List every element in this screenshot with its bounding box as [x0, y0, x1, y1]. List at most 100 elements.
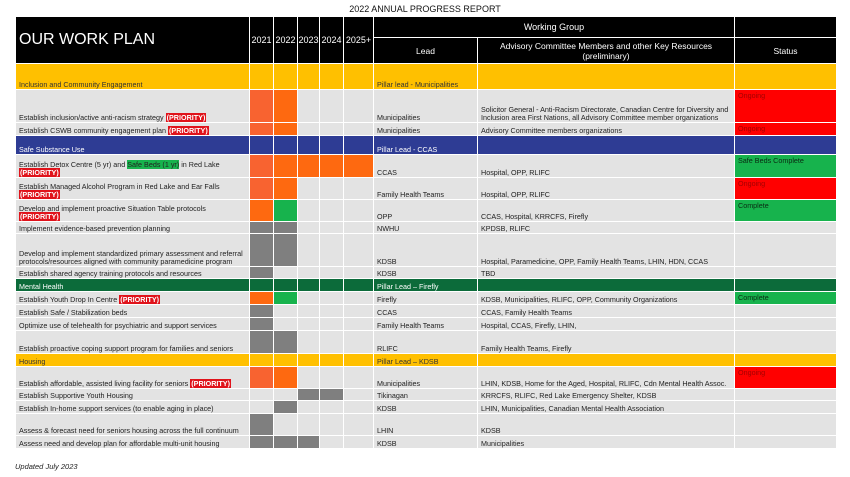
resources-cell: CCAS, Hospital, KRRCFS, Firefly	[477, 199, 735, 222]
table-row: Establish In-home support services (to e…	[15, 400, 837, 414]
action-cell: Establish CSWB community engagement plan…	[15, 122, 250, 136]
status-cell	[734, 221, 837, 234]
table-row: Assess need and develop plan for afforda…	[15, 435, 837, 449]
plan-title: OUR WORK PLAN	[15, 16, 250, 64]
section-header: Mental Health Pillar Lead – Firefly	[15, 278, 837, 292]
table-row: Assess & forecast need for seniors housi…	[15, 413, 837, 436]
action-cell: Develop and implement standardized prima…	[15, 233, 250, 267]
pillar-lead: Pillar Lead – Firefly	[373, 278, 478, 292]
status-cell	[734, 388, 837, 401]
highlighted-text: Safe Beds (1 yr)	[127, 159, 180, 169]
resources-cell: Hospital, OPP, RLIFC	[477, 177, 735, 200]
status-cell: Complete	[734, 199, 837, 222]
resources-cell: Hospital, CCAS, Firefly, LHIN,	[477, 317, 735, 331]
resources-cell: Family Health Teams, Firefly	[477, 330, 735, 354]
table-row: Establish Youth Drop In Centre (PRIORITY…	[15, 291, 837, 305]
lead-cell: Firefly	[373, 291, 478, 305]
section-header: Housing Pillar Lead – KDSB	[15, 353, 837, 367]
action-cell: Establish proactive coping support progr…	[15, 330, 250, 354]
pillar-lead: Pillar lead - Municipalities	[373, 63, 478, 90]
resources-cell: Advisory Committee members organizations	[477, 122, 735, 136]
status-cell: Ongoing	[734, 122, 837, 136]
table-row: Establish Supportive Youth Housing Tikin…	[15, 388, 837, 401]
lead-cell: Municipalities	[373, 89, 478, 123]
priority-badge: (PRIORITY)	[19, 211, 60, 221]
status-cell	[734, 413, 837, 436]
status-header-top	[734, 16, 837, 38]
status-cell	[734, 435, 837, 449]
resources-cell: LHIN, Municipalities, Canadian Mental He…	[477, 400, 735, 414]
status-cell: Safe Beds Complete	[734, 154, 837, 178]
priority-badge: (PRIORITY)	[165, 112, 207, 122]
table-row: Establish Safe / Stabilization beds CCAS…	[15, 304, 837, 318]
action-cell: Establish inclusion/active anti-racism s…	[15, 89, 250, 123]
lead-cell: RLIFC	[373, 330, 478, 354]
section-title: Safe Substance Use	[15, 135, 250, 155]
table-row: Establish shared agency training protoco…	[15, 266, 837, 279]
action-cell: Implement evidence-based prevention plan…	[15, 221, 250, 234]
lead-cell: KDSB	[373, 400, 478, 414]
action-cell: Establish Managed Alcohol Program in Red…	[15, 177, 250, 200]
table-row: Develop and implement standardized prima…	[15, 233, 837, 267]
lead-cell: Tikinagan	[373, 388, 478, 401]
pillar-lead: Pillar Lead – KDSB	[373, 353, 478, 367]
table-row: Establish affordable, assisted living fa…	[15, 366, 837, 389]
lead-cell: OPP	[373, 199, 478, 222]
lead-cell: Municipalities	[373, 122, 478, 136]
section-title: Inclusion and Community Engagement	[15, 63, 250, 90]
status-cell: Ongoing	[734, 177, 837, 200]
lead-cell: KDSB	[373, 233, 478, 267]
table-row: Establish inclusion/active anti-racism s…	[15, 89, 837, 123]
report-title: 2022 ANNUAL PROGRESS REPORT	[349, 4, 501, 14]
status-header: Status	[734, 37, 837, 64]
resources-cell: LHIN, KDSB, Home for the Aged, Hospital,…	[477, 366, 735, 389]
action-cell: Assess & forecast need for seniors housi…	[15, 413, 250, 436]
priority-badge: (PRIORITY)	[119, 294, 161, 304]
working-group-header: Working Group	[373, 16, 735, 38]
priority-badge: (PRIORITY)	[19, 189, 60, 199]
year-header-2021: 2021	[249, 16, 274, 64]
pillar-lead: Pillar Lead - CCAS	[373, 135, 478, 155]
action-cell: Establish Safe / Stabilization beds	[15, 304, 250, 318]
action-cell: Establish affordable, assisted living fa…	[15, 366, 250, 389]
action-cell: Establish Detox Centre (5 yr) and Safe B…	[15, 154, 250, 178]
lead-cell: Family Health Teams	[373, 177, 478, 200]
table-row: Optimize use of telehealth for psychiatr…	[15, 317, 837, 331]
action-cell: Establish Youth Drop In Centre (PRIORITY…	[15, 291, 250, 305]
resources-cell: Hospital, OPP, RLIFC	[477, 154, 735, 178]
table-row: Establish Detox Centre (5 yr) and Safe B…	[15, 154, 837, 178]
action-cell: Establish shared agency training protoco…	[15, 266, 250, 279]
lead-cell: CCAS	[373, 304, 478, 318]
table-row: Establish CSWB community engagement plan…	[15, 122, 837, 136]
table-row: Develop and implement proactive Situatio…	[15, 199, 837, 222]
priority-badge: (PRIORITY)	[190, 378, 231, 388]
resources-cell: Municipalities	[477, 435, 735, 449]
year-header-2022: 2022	[273, 16, 298, 64]
section-header: Safe Substance Use Pillar Lead - CCAS	[15, 135, 837, 155]
status-cell	[734, 304, 837, 318]
lead-cell: LHIN	[373, 413, 478, 436]
action-cell: Establish Supportive Youth Housing	[15, 388, 250, 401]
section-header: Inclusion and Community Engagement Pilla…	[15, 63, 837, 90]
resources-cell: KDSB, Municipalities, RLIFC, OPP, Commun…	[477, 291, 735, 305]
resources-cell: KPDSB, RLIFC	[477, 221, 735, 234]
table-row: Implement evidence-based prevention plan…	[15, 221, 837, 234]
lead-cell: KDSB	[373, 266, 478, 279]
status-cell	[734, 266, 837, 279]
section-title: Mental Health	[15, 278, 250, 292]
status-cell	[734, 317, 837, 331]
resources-cell: CCAS, Family Health Teams	[477, 304, 735, 318]
resources-cell: Solicitor General - Anti-Racism Director…	[477, 89, 735, 123]
updated-note: Updated July 2023	[15, 462, 78, 471]
resources-cell: TBD	[477, 266, 735, 279]
lead-cell: Municipalities	[373, 366, 478, 389]
advisory-header: Advisory Committee Members and other Key…	[477, 37, 735, 64]
action-cell: Assess need and develop plan for afforda…	[15, 435, 250, 449]
lead-cell: NWHU	[373, 221, 478, 234]
status-cell: Complete	[734, 291, 837, 305]
action-cell: Optimize use of telehealth for psychiatr…	[15, 317, 250, 331]
section-title: Housing	[15, 353, 250, 367]
year-header-2023: 2023	[297, 16, 320, 64]
year-header-2025-plus: 2025+	[343, 16, 374, 64]
resources-cell: KDSB	[477, 413, 735, 436]
